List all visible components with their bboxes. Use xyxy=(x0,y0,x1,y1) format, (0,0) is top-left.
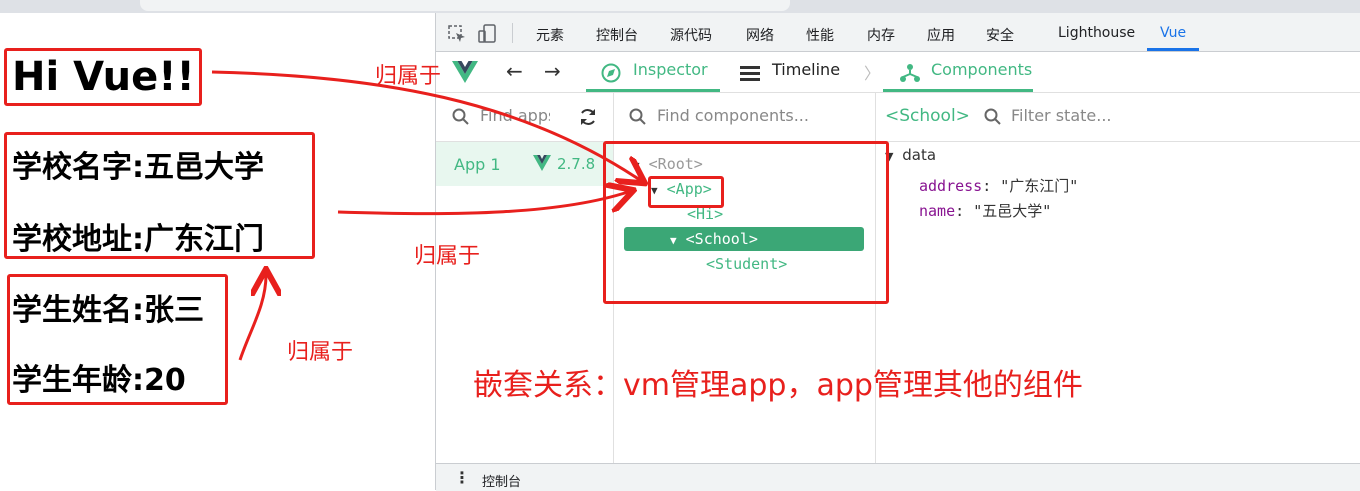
arrow-school-to-app xyxy=(337,192,628,216)
annotation-nesting-note: 嵌套关系：vm管理app，app管理其他的组件 xyxy=(473,368,1083,403)
annotation-belongs-1: 归属于 xyxy=(375,64,442,89)
annotation-arrows xyxy=(211,70,1360,361)
annotation-belongs-2: 归属于 xyxy=(414,244,481,269)
arrow-student-to-school xyxy=(238,275,266,361)
annotation-belongs-3: 归属于 xyxy=(287,340,354,365)
vue-logo-icon xyxy=(452,61,478,83)
